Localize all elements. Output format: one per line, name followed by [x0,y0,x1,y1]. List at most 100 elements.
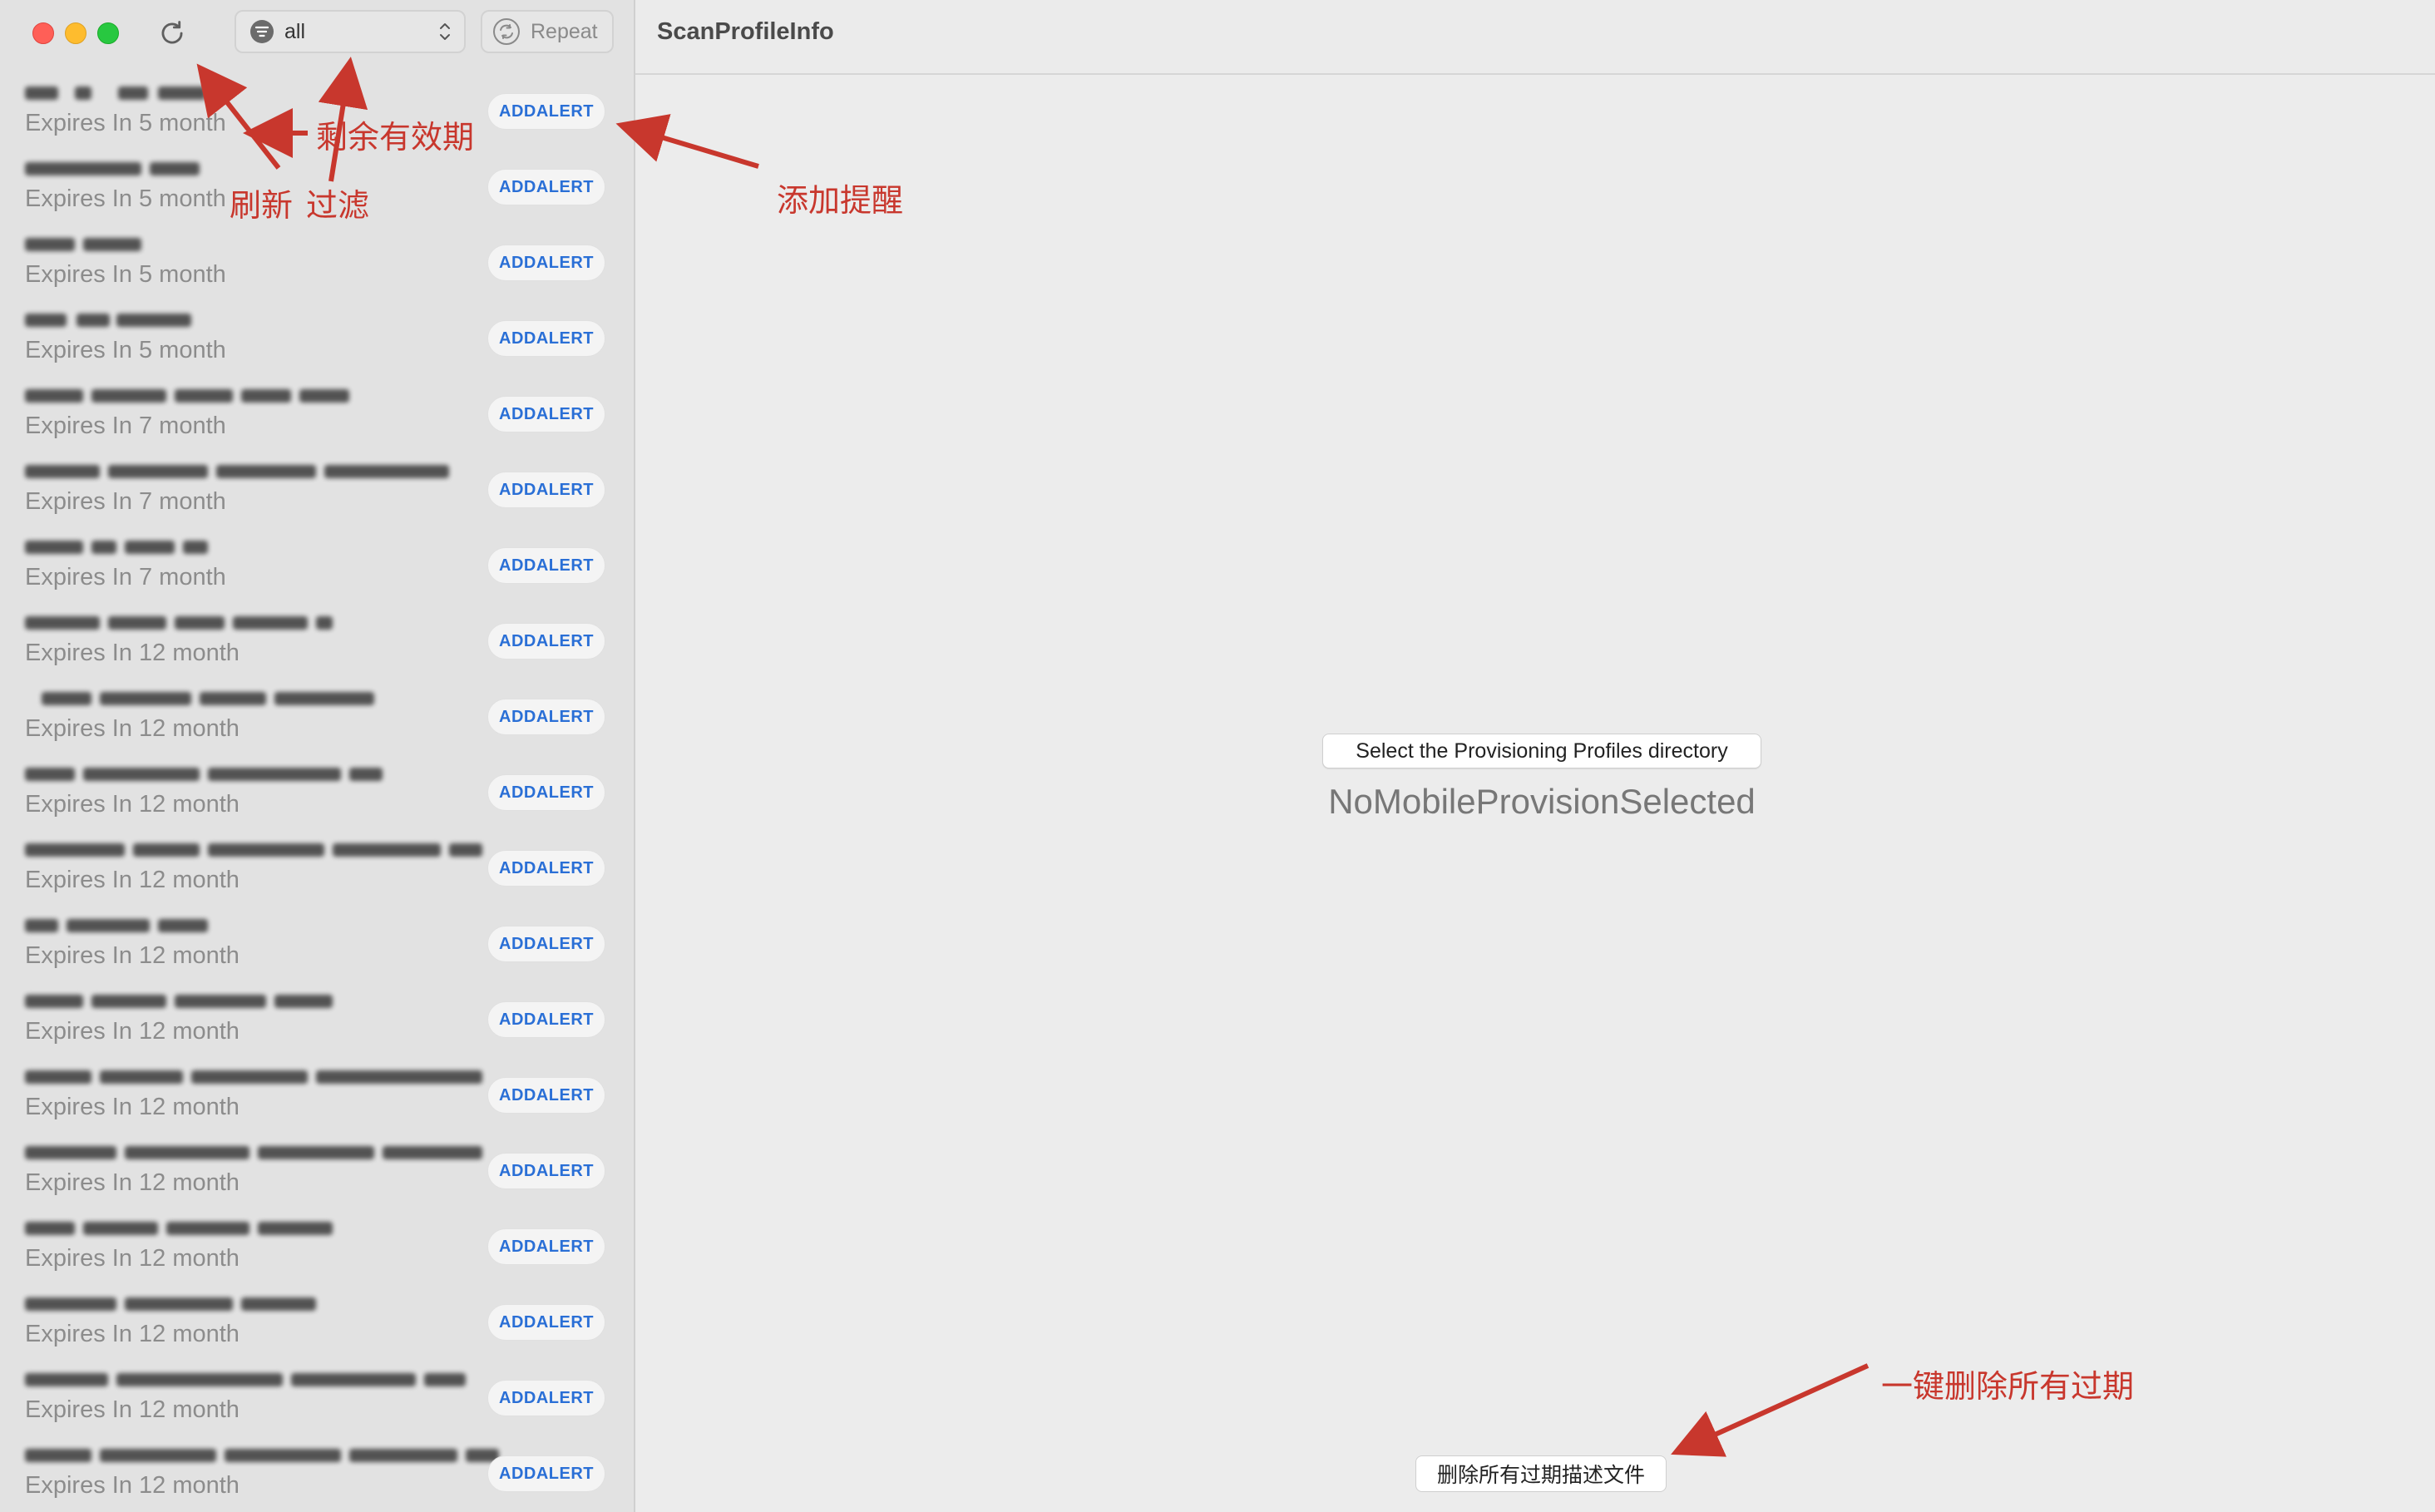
profile-list-item[interactable]: Expires In 5 month ADDALERT [0,304,634,379]
minimize-window-button[interactable] [65,22,86,44]
profile-expiry: Expires In 12 month [25,640,240,666]
sidebar-toolbar: all Repeat [0,0,634,70]
profile-list-item[interactable]: Expires In 12 month ADDALERT [0,1212,634,1287]
profile-list-item[interactable]: Expires In 7 month ADDALERT [0,379,634,455]
add-alert-button[interactable]: ADDALERT [487,1380,605,1416]
profile-list-item[interactable]: Expires In 12 month ADDALERT [0,985,634,1060]
profile-list-item[interactable]: Expires In 12 month ADDALERT [0,682,634,758]
profile-name-redacted [25,309,457,329]
profile-expiry: Expires In 12 month [25,1245,240,1272]
main-header: ScanProfileInfo [635,0,2435,75]
redaction-bar [25,1146,116,1159]
profile-name-redacted [25,157,457,177]
redaction-bar [25,1070,91,1084]
redaction-bar [116,314,191,327]
redaction-bar [233,616,308,630]
redaction-bar [83,1222,158,1235]
redaction-bar [324,465,449,478]
profile-list-item[interactable]: Expires In 5 month ADDALERT [0,152,634,228]
page-title: ScanProfileInfo [657,18,834,45]
close-window-button[interactable] [32,22,54,44]
profile-list-item[interactable]: Expires In 12 month ADDALERT [0,1060,634,1136]
redaction-bar [118,86,148,100]
redaction-bar [166,1222,249,1235]
profile-name-redacted [25,990,457,1010]
profile-expiry: Expires In 12 month [25,1169,240,1196]
profile-expiry: Expires In 5 month [25,261,226,288]
redaction-bar [274,692,374,705]
profile-name-redacted [25,1444,499,1464]
add-alert-button[interactable]: ADDALERT [487,1077,605,1114]
profile-name-redacted [25,233,457,253]
redaction-bar [25,1449,91,1462]
profile-name-redacted [25,460,457,480]
select-directory-button[interactable]: Select the Provisioning Profiles directo… [1322,734,1761,768]
add-alert-button[interactable]: ADDALERT [487,1304,605,1341]
add-alert-button[interactable]: ADDALERT [487,320,605,357]
redaction-bar [349,768,383,781]
profile-expiry: Expires In 5 month [25,337,226,363]
add-alert-button[interactable]: ADDALERT [487,699,605,735]
redaction-bar [274,995,333,1008]
redaction-bar [25,1222,75,1235]
profile-name-redacted [25,1065,482,1085]
redaction-bar [67,919,150,932]
profile-list-item[interactable]: Expires In 12 month ADDALERT [0,606,634,682]
profile-list-item[interactable]: Expires In 12 month ADDALERT [0,758,634,833]
profile-list-item[interactable]: Expires In 12 month ADDALERT [0,1439,634,1512]
profile-list-item[interactable]: Expires In 12 month ADDALERT [0,1136,634,1212]
profile-expiry: Expires In 12 month [25,791,240,818]
add-alert-button[interactable]: ADDALERT [487,93,605,130]
redaction-bar [449,843,482,857]
redaction-bar [175,995,266,1008]
repeat-button[interactable]: Repeat [481,10,614,53]
redaction-bar [291,1373,416,1386]
redaction-bar [25,1297,116,1311]
redaction-bar [108,465,208,478]
profile-list-item[interactable]: Expires In 12 month ADDALERT [0,833,634,909]
add-alert-button[interactable]: ADDALERT [487,245,605,281]
profile-list-item[interactable]: Expires In 7 month ADDALERT [0,455,634,531]
redaction-bar [133,843,200,857]
repeat-label: Repeat [531,19,598,43]
add-alert-button[interactable]: ADDALERT [487,472,605,508]
add-alert-button[interactable]: ADDALERT [487,1228,605,1265]
profile-name-redacted [25,914,457,934]
add-alert-button[interactable]: ADDALERT [487,623,605,660]
redaction-bar [150,162,200,175]
profile-list-item[interactable]: Expires In 7 month ADDALERT [0,531,634,606]
main-panel: ScanProfileInfo Select the Provisioning … [635,0,2435,1512]
add-alert-button[interactable]: ADDALERT [487,547,605,584]
redaction-bar [25,238,75,251]
refresh-icon [161,21,183,44]
redaction-bar [208,843,324,857]
add-alert-button[interactable]: ADDALERT [487,396,605,432]
add-alert-button[interactable]: ADDALERT [487,1153,605,1189]
delete-expired-button[interactable]: 删除所有过期描述文件 [1415,1455,1667,1492]
profile-name-redacted [25,1141,482,1161]
profile-list-item[interactable]: Expires In 5 month ADDALERT [0,77,634,152]
add-alert-button[interactable]: ADDALERT [487,850,605,887]
profile-list-item[interactable]: Expires In 5 month ADDALERT [0,228,634,304]
add-alert-button[interactable]: ADDALERT [487,1455,605,1492]
profile-name-redacted [25,687,457,707]
profile-list-item[interactable]: Expires In 12 month ADDALERT [0,1287,634,1363]
refresh-button[interactable] [152,13,192,53]
profile-list-item[interactable]: Expires In 12 month ADDALERT [0,1363,634,1439]
redaction-bar [25,86,58,100]
profile-list-item[interactable]: Expires In 12 month ADDALERT [0,909,634,985]
profile-expiry: Expires In 7 month [25,488,226,515]
redaction-bar [77,314,110,327]
add-alert-button[interactable]: ADDALERT [487,926,605,962]
redaction-bar [424,1373,466,1386]
filter-select[interactable]: all [235,10,466,53]
add-alert-button[interactable]: ADDALERT [487,1001,605,1038]
redaction-bar [91,995,166,1008]
profile-expiry: Expires In 12 month [25,1396,240,1423]
profile-expiry: Expires In 12 month [25,1018,240,1045]
redaction-bar [100,1449,216,1462]
add-alert-button[interactable]: ADDALERT [487,774,605,811]
add-alert-button[interactable]: ADDALERT [487,169,605,205]
zoom-window-button[interactable] [97,22,119,44]
profile-expiry: Expires In 5 month [25,110,226,136]
